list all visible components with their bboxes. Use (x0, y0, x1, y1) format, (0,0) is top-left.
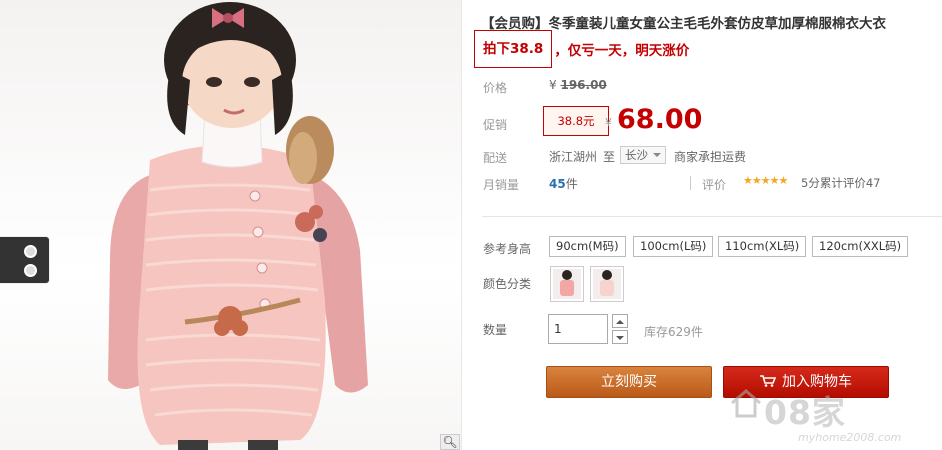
price-label: 价格 (483, 81, 508, 95)
original-price-value: 196.00 (560, 78, 607, 92)
buy-now-label: 立刻购买 (601, 374, 657, 390)
site-watermark: 08家 myhome2008.com (726, 384, 940, 448)
buy-now-button[interactable]: 立刻购买 (546, 366, 712, 398)
stock-count: 库存629件 (644, 325, 703, 339)
quantity-decrease-button[interactable] (612, 330, 628, 344)
size-option-110[interactable]: 110cm(XL码) (718, 236, 807, 257)
house-logo-icon (731, 389, 761, 418)
delivery-label: 配送 (483, 151, 508, 165)
watermark-brand: 08家 (764, 393, 846, 432)
city-select-value: 长沙 (625, 148, 648, 162)
promotion-price: 68.00 (617, 104, 703, 135)
shipping-fee-note: 商家承担运费 (674, 150, 747, 164)
delivery-to-word: 至 (603, 150, 616, 164)
color-label: 颜色分类 (483, 277, 532, 291)
monthly-sales-unit: 件 (565, 177, 578, 191)
chevron-down-icon (653, 153, 661, 161)
original-price-currency: ¥ (549, 78, 557, 92)
color-option-1[interactable] (550, 266, 584, 302)
delivery-origin: 浙江湖州 (549, 150, 598, 164)
side-tab-icon[interactable] (0, 236, 50, 284)
size-option-120[interactable]: 120cm(XXL码) (812, 236, 909, 257)
promotion-label: 促销 (483, 118, 508, 132)
product-title: 【会员购】冬季童装儿童女童公主毛毛外套仿皮草加厚棉服棉衣大衣 (481, 16, 886, 32)
product-photo-illustration (108, 2, 368, 450)
review-label: 评价 (702, 178, 727, 192)
size-option-100[interactable]: 100cm(L码) (633, 236, 714, 257)
rating-stars-icon: ★★★★★ (743, 174, 788, 187)
quantity-increase-button[interactable] (612, 314, 628, 328)
product-main-image[interactable]: 🔍︎ (0, 0, 462, 450)
promo-highlight-box: 拍下38.8 (474, 30, 553, 68)
promo-tail-text: ，仅亏一天，明天涨价 (554, 43, 690, 59)
chevron-down-icon (616, 336, 624, 344)
quantity-input[interactable] (548, 314, 608, 344)
stat-divider (690, 176, 691, 190)
promotion-tag: 38.8元 (543, 106, 609, 136)
watermark-url: myhome2008.com (798, 431, 902, 444)
section-divider (482, 216, 942, 217)
color-thumbnail (553, 269, 581, 299)
rating-summary-link[interactable]: 5分累计评价47 (801, 175, 880, 191)
color-option-2[interactable] (590, 266, 624, 302)
monthly-sales-value: 45件 (549, 175, 578, 192)
side-tab-dot (24, 264, 37, 277)
promotion-currency: ¥ (605, 116, 612, 129)
original-price: ¥ 196.00 (549, 78, 607, 92)
size-option-90[interactable]: 90cm(M码) (549, 236, 626, 257)
chevron-up-icon (616, 316, 624, 324)
promo-subtitle: 拍下38.8 ，仅亏一天，明天涨价 (474, 30, 689, 68)
color-thumbnail (593, 269, 621, 299)
monthly-sales-label: 月销量 (483, 178, 520, 192)
city-select[interactable]: 长沙 (620, 146, 666, 164)
monthly-sales-count: 45 (549, 177, 566, 191)
size-label: 参考身高 (483, 242, 532, 256)
magnifier-icon[interactable]: 🔍︎ (440, 434, 460, 450)
quantity-label: 数量 (483, 323, 508, 337)
side-tab-dot (24, 245, 37, 258)
